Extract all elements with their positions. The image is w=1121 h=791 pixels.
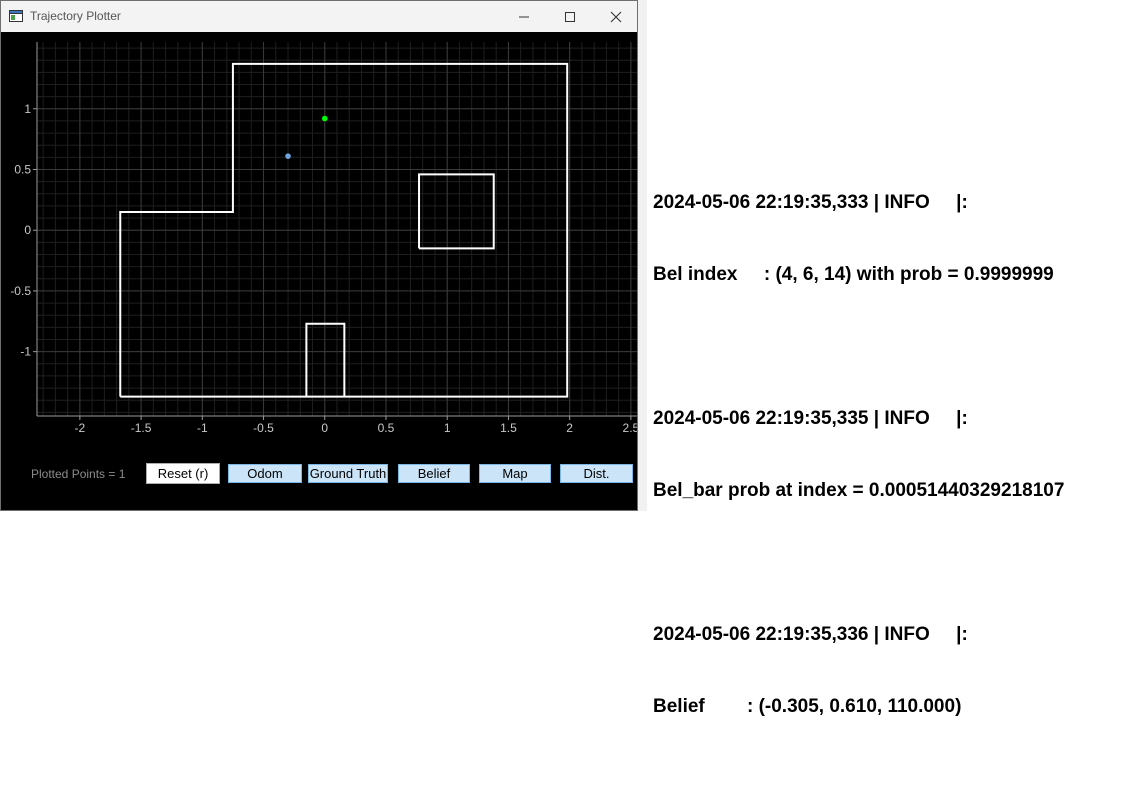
y-tick-label: -1	[20, 345, 31, 359]
close-button[interactable]	[593, 1, 639, 32]
x-tick-label: -0.5	[253, 421, 274, 435]
log-output: 2024-05-06 22:19:35,333 | INFO |: Bel in…	[653, 143, 1121, 791]
belief-button[interactable]: Belief	[397, 463, 471, 484]
log-header: 2024-05-06 22:19:35,333 | INFO |:	[653, 192, 968, 213]
x-tick-label: -1.5	[131, 421, 152, 435]
plotted-points-label: Plotted Points = 1	[31, 467, 126, 481]
window-title: Trajectory Plotter	[30, 9, 121, 23]
title-bar[interactable]: Trajectory Plotter	[1, 1, 637, 33]
y-tick-label: 0	[24, 223, 31, 237]
odom-button[interactable]: Odom	[227, 463, 303, 484]
x-tick-label: -1	[197, 421, 208, 435]
x-tick-label: 1.5	[500, 421, 517, 435]
y-tick-label: 1	[24, 102, 31, 116]
log-body: Bel_bar prob at index = 0.00051440329218…	[653, 480, 1065, 501]
trajectory-point	[285, 153, 291, 159]
x-tick-label: 0	[321, 421, 328, 435]
x-tick-label: 0.5	[378, 421, 395, 435]
x-tick-label: 2	[566, 421, 573, 435]
maximize-button[interactable]	[547, 1, 593, 32]
trajectory-plot[interactable]: -2 -1.5 -1 -0.5 0 0.5 1 1.5 2 2.5 1 0.5 0 -0.5 -1	[1, 32, 637, 452]
log-entry: 2024-05-06 22:19:35,336 | INFO |: Belief…	[653, 575, 1121, 767]
minimize-button[interactable]	[501, 1, 547, 32]
x-tick-label: -2	[75, 421, 86, 435]
ground-truth-button[interactable]: Ground Truth	[307, 463, 389, 484]
close-icon	[610, 11, 622, 22]
log-body: Belief : (-0.305, 0.610, 110.000)	[653, 696, 962, 717]
dist-button[interactable]: Dist.	[559, 463, 634, 484]
y-tick-label: 0.5	[14, 163, 31, 177]
trajectory-plotter-window: Trajectory Plotter -2 -1.5 -1 -0.5 0 0.5 1 1.5 2…	[0, 0, 638, 511]
trajectory-point	[321, 115, 328, 122]
terminal-edge	[638, 0, 647, 511]
y-tick-label: -0.5	[10, 284, 31, 298]
maximize-icon	[565, 11, 575, 22]
minimize-icon	[519, 16, 529, 17]
log-body: Bel index : (4, 6, 14) with prob = 0.999…	[653, 264, 1054, 285]
x-tick-label: 1	[444, 421, 451, 435]
log-entry: 2024-05-06 22:19:35,335 | INFO |: Bel_ba…	[653, 359, 1121, 551]
app-icon	[9, 10, 23, 22]
log-entry: 2024-05-06 22:19:35,333 | INFO |: Bel in…	[653, 143, 1121, 335]
log-header: 2024-05-06 22:19:35,336 | INFO |:	[653, 624, 968, 645]
x-tick-label: 2.5	[623, 421, 637, 435]
map-button[interactable]: Map	[478, 463, 552, 484]
log-header: 2024-05-06 22:19:35,335 | INFO |:	[653, 408, 968, 429]
reset-button[interactable]: Reset (r)	[146, 463, 220, 484]
